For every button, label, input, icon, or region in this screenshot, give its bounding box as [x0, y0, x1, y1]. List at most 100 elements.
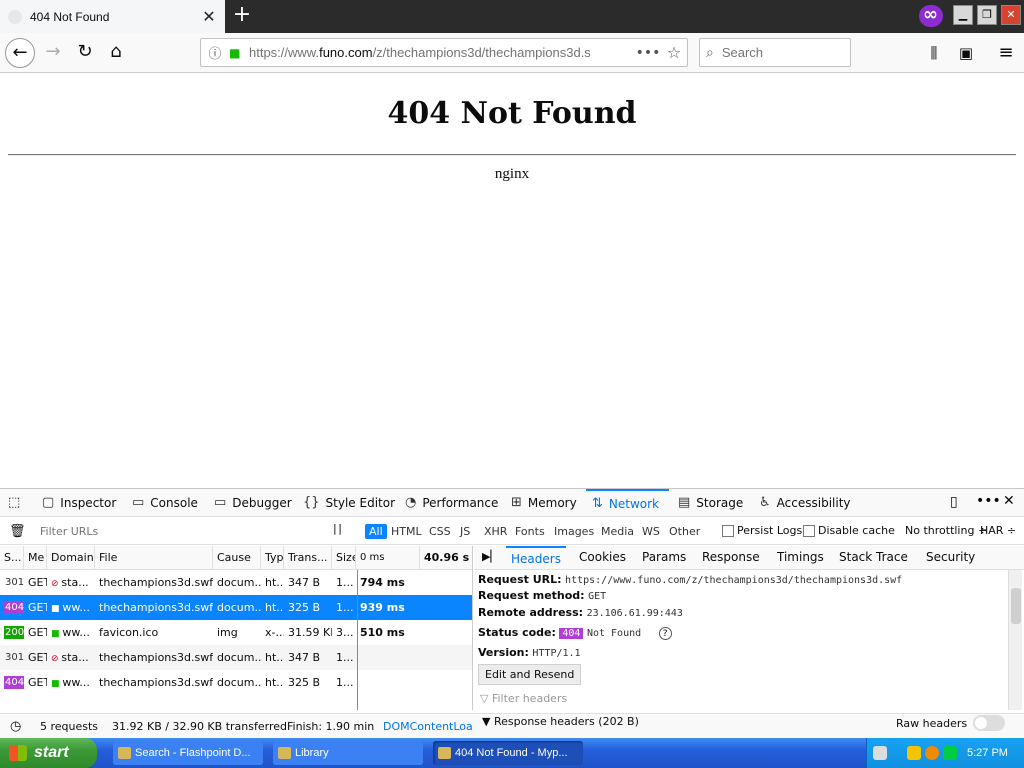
page-actions-icon[interactable]: ••• [635, 45, 661, 61]
pause-icon[interactable]: | | [333, 522, 342, 535]
help-icon[interactable]: ? [658, 627, 672, 640]
search-tray-icon[interactable] [925, 746, 939, 760]
bookmark-star-icon[interactable]: ☆ [661, 43, 687, 62]
filter-headers-input[interactable]: ▽ Filter headers [480, 692, 567, 705]
response-headers-section[interactable]: ▼ Response headers (202 B) [482, 715, 639, 728]
search-bar[interactable]: ⌕ [699, 38, 851, 67]
request-url-label: Request URL: [478, 573, 562, 586]
back-button[interactable]: ← [5, 38, 35, 68]
column-domain[interactable]: Domain [47, 546, 95, 570]
column-waterfall-end[interactable]: 40.96 s [420, 546, 472, 570]
scrollbar-thumb[interactable] [1011, 588, 1021, 624]
clear-requests-icon[interactable]: 🗑 [9, 524, 26, 539]
column-transferred[interactable]: Trans... [284, 546, 332, 570]
column-status[interactable]: S... [0, 546, 24, 570]
request-row[interactable]: 200GET■ ww...favicon.icoimgx-...31.59 KB… [0, 620, 472, 645]
reload-button[interactable]: ↻ [70, 38, 100, 68]
cell-cause: img [217, 626, 238, 639]
filter-ws[interactable]: WS [638, 524, 664, 539]
filter-js[interactable]: JS [456, 524, 474, 539]
tab-headers[interactable]: Headers [506, 546, 566, 570]
column-file[interactable]: File [95, 546, 213, 570]
element-picker-icon[interactable]: ⬚ [8, 495, 24, 511]
performance-analysis-icon[interactable]: ◷ [10, 714, 21, 740]
url-bar[interactable]: ⓘ ■ https://www.funo.com/z/thechampions3… [200, 38, 688, 67]
tab-debugger[interactable]: ▭ Debugger [214, 489, 292, 517]
edit-and-resend-button[interactable]: Edit and Resend [478, 664, 582, 685]
dock-side-icon[interactable]: ▯ [950, 494, 958, 510]
tab-style-editor[interactable]: {} Style Editor [303, 489, 395, 517]
request-row[interactable]: 404GET■ ww...thechampions3d.swfdocum...h… [0, 595, 472, 620]
library-icon[interactable]: ⫼ [922, 42, 946, 66]
site-info-icon[interactable]: ⓘ [201, 43, 229, 62]
status-badge: 301 [5, 652, 24, 663]
checkbox-box[interactable] [722, 524, 734, 537]
tab-memory[interactable]: ⊞ Memory [511, 489, 577, 517]
keyboard-icon[interactable] [873, 746, 887, 760]
tab-security[interactable]: Security [926, 546, 975, 570]
tab-label: Storage [696, 496, 744, 510]
tab-close-icon[interactable]: ✕ [199, 7, 219, 26]
window-maximize-button[interactable]: ❐ [977, 5, 997, 25]
toggle-panel-icon[interactable]: ▶▏ [482, 546, 499, 570]
filter-xhr[interactable]: XHR [480, 524, 511, 539]
column-type[interactable]: Typ [261, 546, 284, 570]
details-scrollbar[interactable] [1008, 570, 1022, 710]
filter-media[interactable]: Media [597, 524, 638, 539]
secure-lock-icon[interactable]: ■ [229, 46, 243, 60]
filter-all[interactable]: All [365, 524, 387, 539]
taskbar-item-search[interactable]: Search - Flashpoint D... [113, 741, 263, 765]
filter-css[interactable]: CSS [425, 524, 455, 539]
window-close-button[interactable]: ✕ [1001, 5, 1021, 25]
start-button[interactable]: start [0, 738, 97, 768]
tab-network[interactable]: ⇅ Network [586, 489, 669, 517]
tab-performance[interactable]: ◔ Performance [405, 489, 498, 517]
new-tab-button[interactable]: + [230, 4, 254, 28]
filter-fonts[interactable]: Fonts [511, 524, 549, 539]
taskbar-item-browser[interactable]: 404 Not Found - Myp... [433, 741, 583, 765]
request-row[interactable]: 404GET■ ww...thechampions3d.swfdocum...h… [0, 670, 472, 695]
cell-transferred: 347 B [288, 576, 321, 589]
tab-cookies[interactable]: Cookies [579, 546, 626, 570]
column-cause[interactable]: Cause [213, 546, 261, 570]
window-minimize-button[interactable]: ▁ [953, 5, 973, 25]
har-menu[interactable]: HAR ÷ [980, 524, 1016, 537]
network-tray-icon[interactable] [943, 746, 957, 760]
tab-response[interactable]: Response [702, 546, 760, 570]
filter-other[interactable]: Other [665, 524, 704, 539]
domain-text: ww... [62, 601, 90, 614]
request-row[interactable]: 301GET⊘ sta...thechampions3d.swfdocum...… [0, 570, 472, 595]
filter-urls-input[interactable] [40, 522, 320, 541]
home-button[interactable]: ⌂ [101, 38, 131, 68]
raw-headers-label: Raw headers [896, 716, 968, 730]
filter-images[interactable]: Images [550, 524, 598, 539]
filter-html[interactable]: HTML [387, 524, 426, 539]
search-input[interactable] [721, 45, 832, 60]
taskbar-item-library[interactable]: Library [273, 741, 423, 765]
raw-headers-toggle[interactable]: Raw headers [896, 715, 1006, 731]
request-row[interactable]: 301GET⊘ sta...thechampions3d.swfdocum...… [0, 645, 472, 670]
security-shield-icon[interactable] [907, 746, 921, 760]
tab-accessibility[interactable]: ♿ Accessibility [759, 489, 851, 517]
url-text[interactable]: https://www.funo.com/z/thechampions3d/th… [249, 45, 635, 60]
checkbox-box[interactable] [803, 524, 815, 537]
tab-stack-trace[interactable]: Stack Trace [839, 546, 908, 570]
column-waterfall-start[interactable]: 0 ms [356, 546, 420, 570]
throttling-select[interactable]: No throttling ÷ [905, 524, 987, 537]
toggle-switch[interactable] [973, 715, 1006, 731]
disable-cache-checkbox[interactable]: Disable cache [803, 524, 895, 537]
browser-tab[interactable]: 404 Not Found ✕ [0, 0, 225, 33]
devtools-close-icon[interactable]: ✕ [1003, 493, 1015, 509]
tab-timings[interactable]: Timings [777, 546, 824, 570]
persist-logs-checkbox[interactable]: Persist Logs [722, 524, 802, 537]
column-size[interactable]: Size [332, 546, 356, 570]
tab-storage[interactable]: ▤ Storage [678, 489, 743, 517]
sidebar-icon[interactable]: ▣ [954, 42, 978, 66]
tab-params[interactable]: Params [642, 546, 686, 570]
tab-console[interactable]: ▭ Console [132, 489, 198, 517]
hamburger-menu-icon[interactable]: ≡ [994, 42, 1018, 66]
column-method[interactable]: Me [24, 546, 47, 570]
tab-inspector[interactable]: ▢ Inspector [42, 489, 116, 517]
devtools-options-icon[interactable]: ••• [976, 493, 1001, 509]
forward-button[interactable]: → [38, 38, 68, 68]
